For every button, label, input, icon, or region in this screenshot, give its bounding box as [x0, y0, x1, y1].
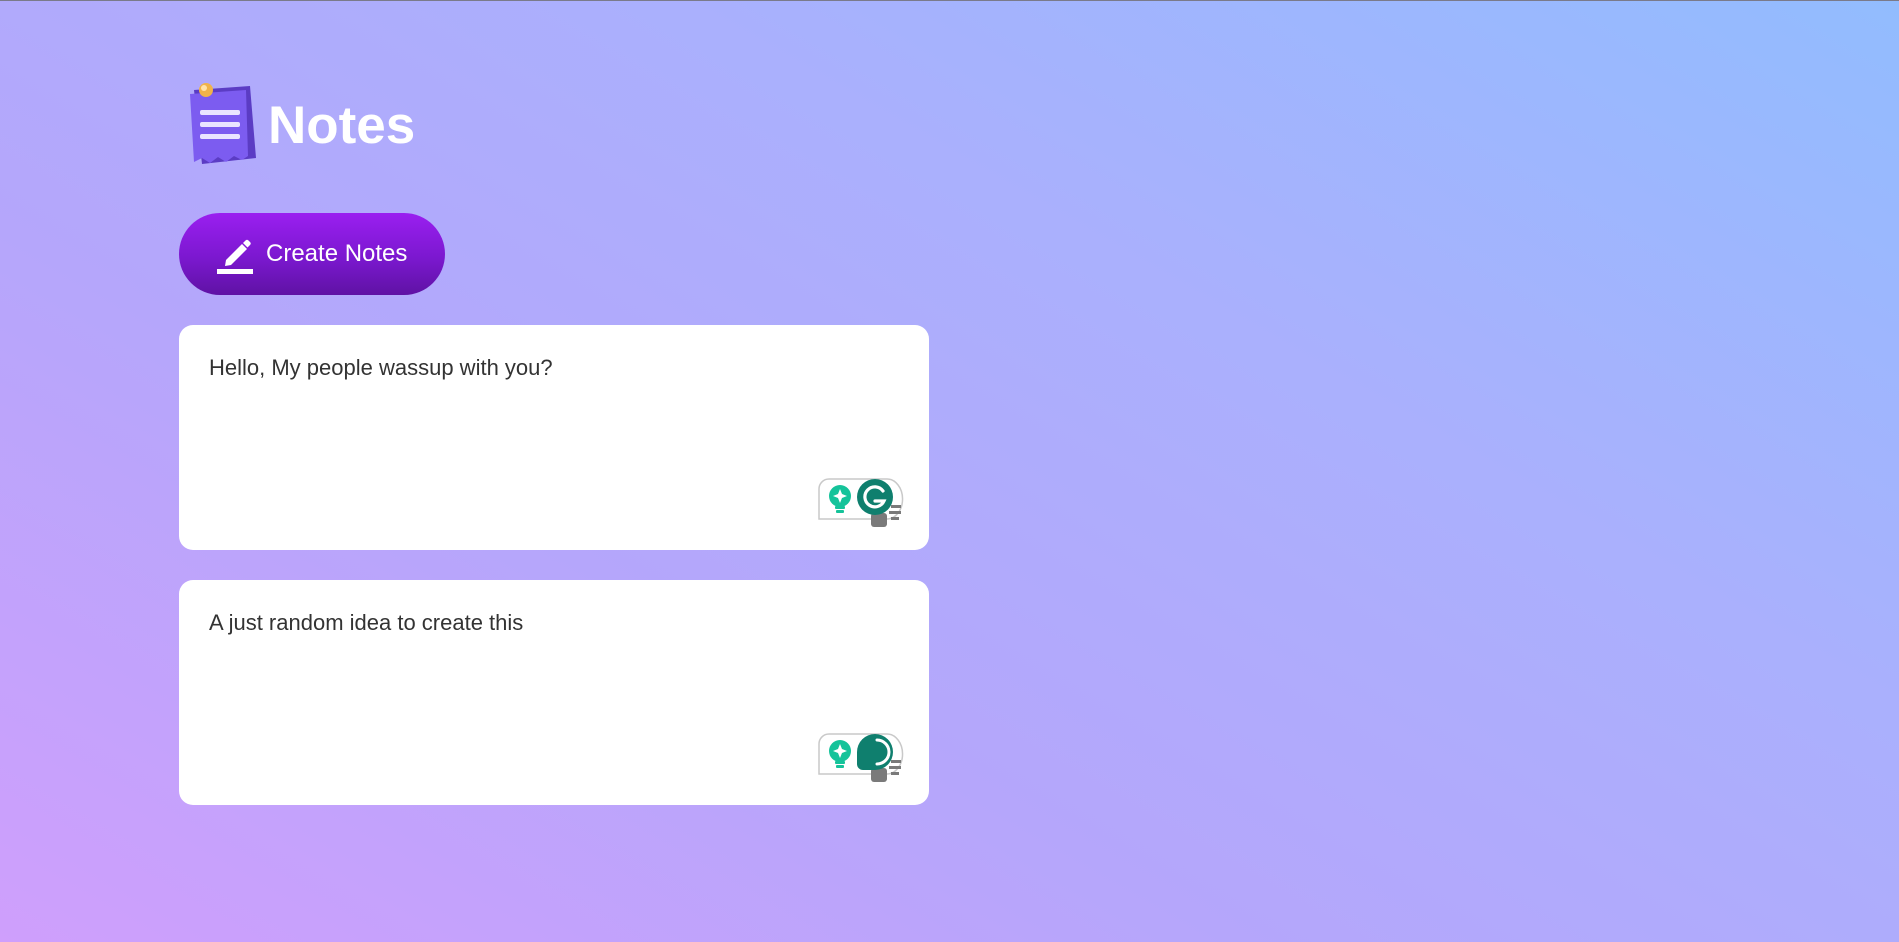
note-card[interactable]: A just random idea to create this	[179, 580, 929, 805]
note-text[interactable]: Hello, My people wassup with you?	[209, 355, 899, 381]
note-card[interactable]: Hello, My people wassup with you?	[179, 325, 929, 550]
note-text[interactable]: A just random idea to create this	[209, 610, 899, 636]
grammarly-icon	[857, 479, 893, 515]
grammarly-widget[interactable]	[817, 475, 909, 533]
page-title: Notes	[268, 95, 416, 155]
grammarly-widget[interactable]	[817, 730, 909, 788]
create-notes-label: Create Notes	[266, 240, 408, 267]
pencil-icon	[217, 234, 253, 274]
create-notes-button[interactable]: Create Notes	[179, 213, 445, 295]
app-header: Notes	[184, 78, 415, 168]
window-top-border	[0, 0, 1899, 1]
grammarly-loading-icon	[857, 734, 893, 770]
notepad-icon	[184, 78, 264, 168]
